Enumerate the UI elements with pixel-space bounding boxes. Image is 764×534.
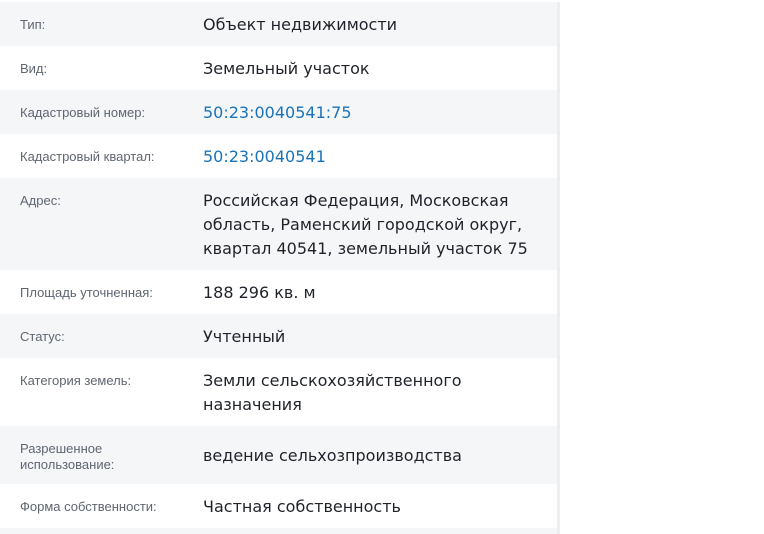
row-status: Статус: Учтенный (0, 314, 557, 358)
row-ownership: Форма собственности: Частная собственнос… (0, 484, 557, 528)
row-address-label: Адрес: (20, 193, 61, 208)
row-permitted-use: Разрешенное использование: ведение сельх… (0, 426, 557, 484)
row-kind-value: Земельный участок (203, 59, 370, 78)
row-land-category-value: Земли сельскохозяйственного назначения (203, 371, 462, 414)
row-kind-label: Вид: (20, 61, 48, 76)
row-area-label: Площадь уточненная: (20, 285, 153, 300)
row-type-value: Объект недвижимости (203, 15, 398, 34)
row-ownership-value: Частная собственность (203, 497, 401, 516)
row-area-value: 188 296 кв. м (203, 283, 316, 302)
row-area: Площадь уточненная: 188 296 кв. м (0, 270, 557, 314)
row-permitted-use-value: ведение сельхозпроизводства (203, 446, 462, 465)
row-cadastral-number: Кадастровый номер: 50:23:0040541:75 (0, 90, 557, 134)
row-cadastral-block-label: Кадастровый квартал: (20, 149, 155, 164)
row-type: Тип: Объект недвижимости (0, 2, 557, 46)
property-details-panel: Тип: Объект недвижимости Вид: Земельный … (0, 2, 560, 534)
row-land-category-label: Категория земель: (20, 373, 132, 388)
row-permitted-use-label: Разрешенное использование: (20, 441, 115, 472)
cadastral-number-link[interactable]: 50:23:0040541:75 (203, 101, 543, 125)
row-status-value: Учтенный (203, 327, 286, 346)
row-cadastral-block: Кадастровый квартал: 50:23:0040541 (0, 134, 557, 178)
cadastral-block-link[interactable]: 50:23:0040541 (203, 145, 543, 169)
row-address: Адрес: Российская Федерация, Московская … (0, 178, 557, 270)
row-type-label: Тип: (20, 17, 46, 32)
row-kind: Вид: Земельный участок (0, 46, 557, 90)
row-address-value: Российская Федерация, Московская область… (203, 191, 528, 258)
next-row-edge (0, 528, 557, 534)
row-ownership-label: Форма собственности: (20, 499, 157, 514)
row-land-category: Категория земель: Земли сельскохозяйстве… (0, 358, 557, 426)
row-status-label: Статус: (20, 329, 65, 344)
row-cadastral-number-label: Кадастровый номер: (20, 105, 146, 120)
